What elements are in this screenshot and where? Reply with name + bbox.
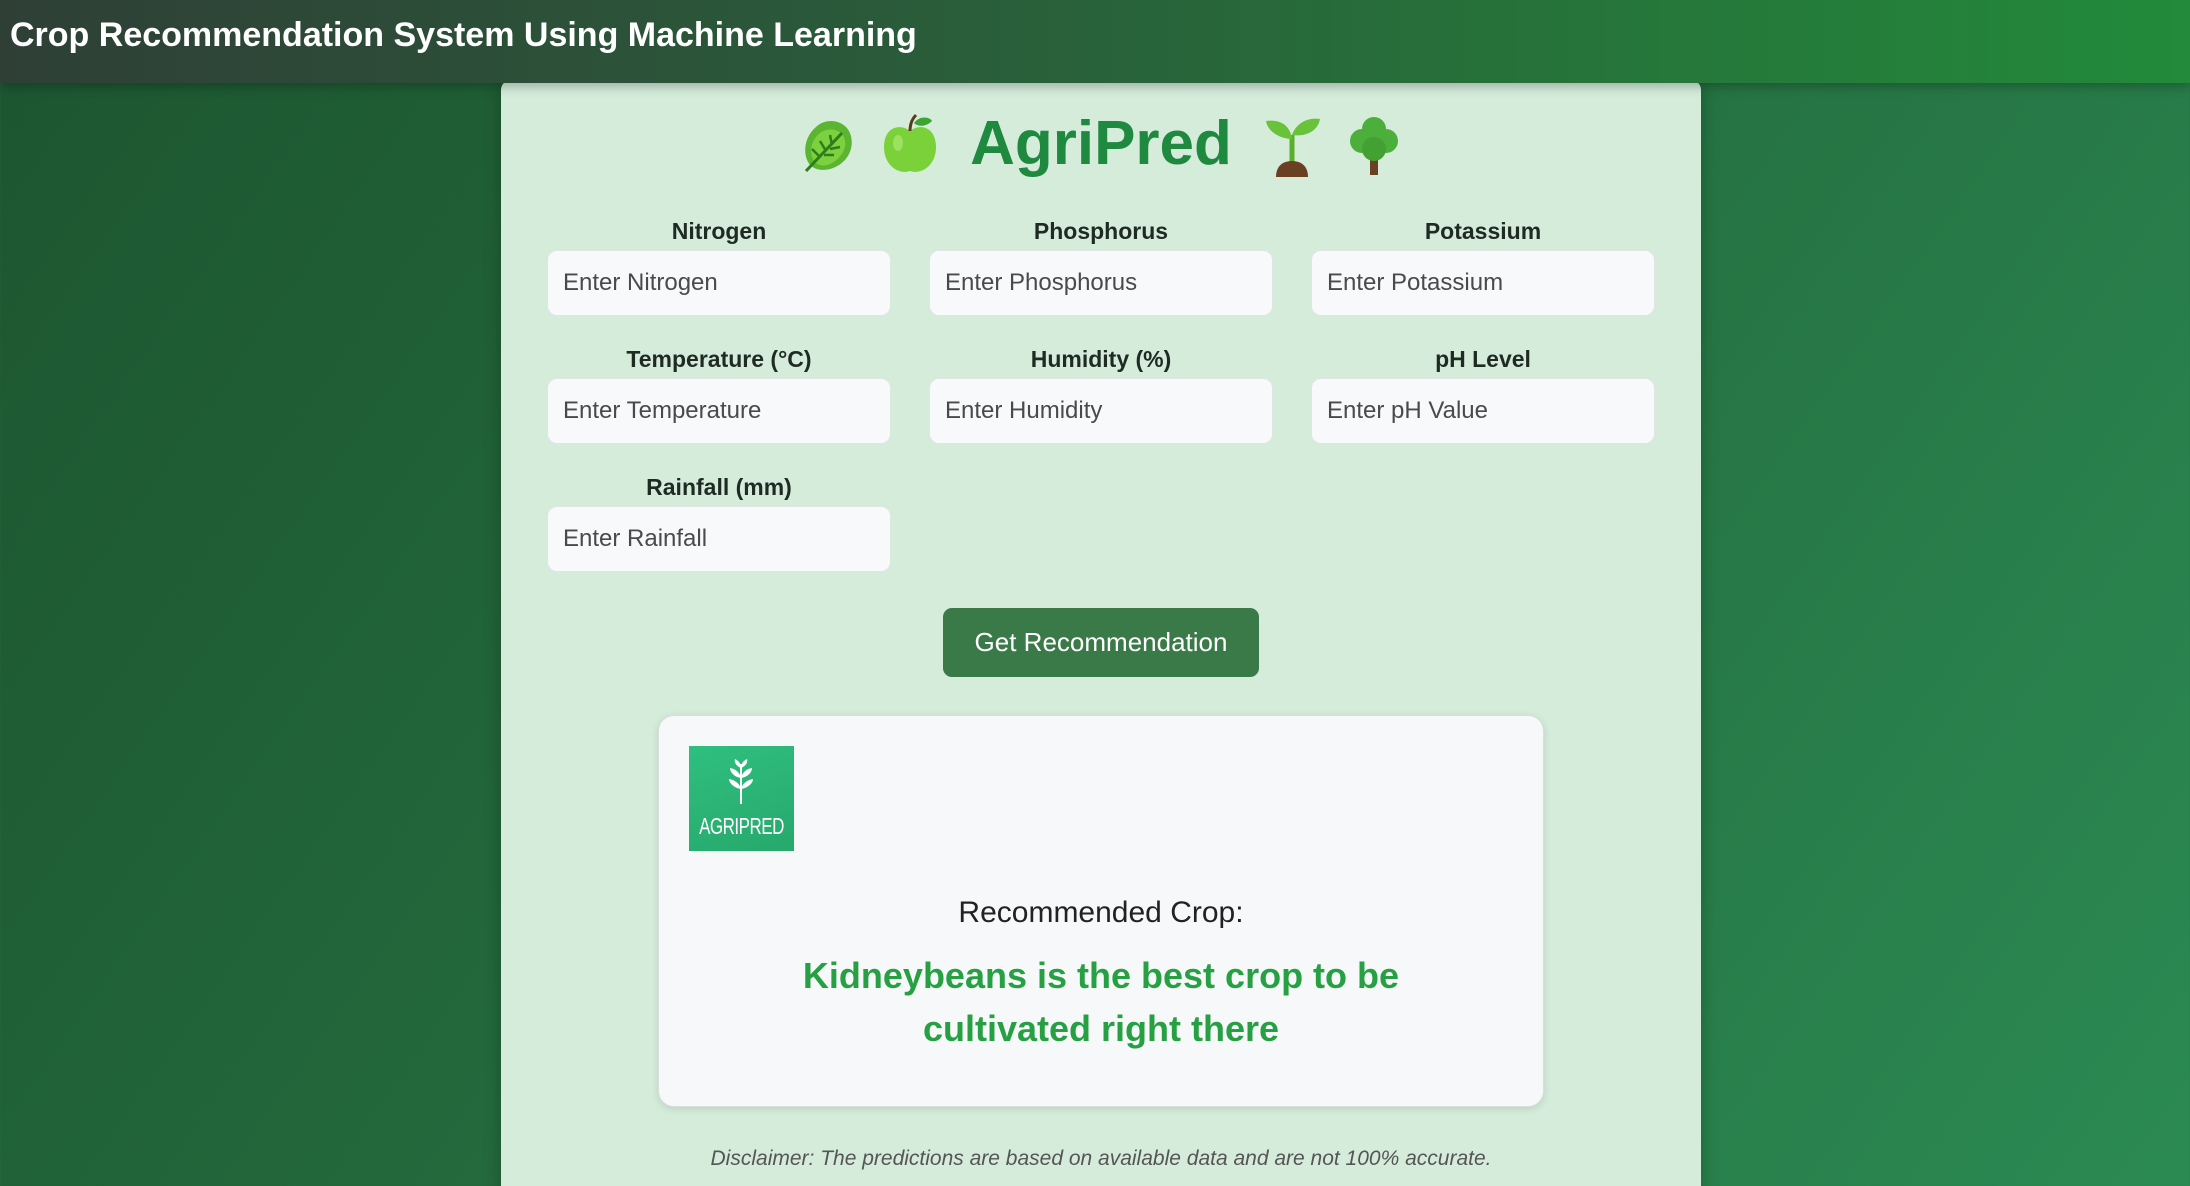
phosphorus-input[interactable] (929, 250, 1273, 316)
seedling-icon (1265, 118, 1320, 177)
rainfall-field-group: Rainfall (mm) (547, 472, 891, 572)
humidity-input[interactable] (929, 378, 1273, 444)
disclaimer-text: Disclaimer: The predictions are based on… (710, 1147, 1492, 1170)
temperature-input[interactable] (547, 378, 891, 444)
deciduous-tree-icon (1349, 116, 1398, 175)
temperature-field-group: Temperature (°C) (547, 344, 891, 444)
ph-label: pH Level (1435, 346, 1531, 372)
brand-header: AgriPred (501, 108, 1701, 198)
agripred-logo: AGRIPRED (689, 746, 794, 851)
recommended-crop-value: Kidneybeans is the best crop to be culti… (802, 955, 1400, 1049)
green-apple-icon (884, 113, 937, 172)
phosphorus-field-group: Phosphorus (929, 216, 1273, 316)
rainfall-label: Rainfall (mm) (646, 474, 792, 500)
nitrogen-field-group: Nitrogen (547, 216, 891, 316)
nitrogen-input[interactable] (547, 250, 891, 316)
ph-input[interactable] (1311, 378, 1655, 444)
potassium-input[interactable] (1311, 250, 1655, 316)
recommended-crop-label: Recommended Crop: (958, 896, 1244, 929)
brand-title: AgriPred (970, 109, 1232, 178)
leafy-green-icon (804, 120, 852, 172)
top-navbar: Crop Recommendation System Using Machine… (0, 0, 2190, 83)
potassium-label: Potassium (1424, 218, 1542, 244)
humidity-label: Humidity (%) (1030, 346, 1172, 372)
logo-text: AGRIPRED (699, 813, 784, 840)
nitrogen-label: Nitrogen (671, 218, 767, 244)
phosphorus-label: Phosphorus (1033, 218, 1169, 244)
temperature-label: Temperature (°C) (626, 346, 812, 372)
main-card: AgriPred Nitrogen Phosphorus (501, 80, 1701, 1186)
plant-logo-icon (729, 759, 753, 804)
ph-field-group: pH Level (1311, 344, 1655, 444)
result-panel: AGRIPRED Recommended Crop: Kidneybeans i… (658, 715, 1544, 1107)
get-recommendation-button[interactable]: Get Recommendation (943, 608, 1259, 677)
potassium-field-group: Potassium (1311, 216, 1655, 316)
rainfall-input[interactable] (547, 506, 891, 572)
humidity-field-group: Humidity (%) (929, 344, 1273, 444)
navbar-title: Crop Recommendation System Using Machine… (10, 16, 917, 54)
